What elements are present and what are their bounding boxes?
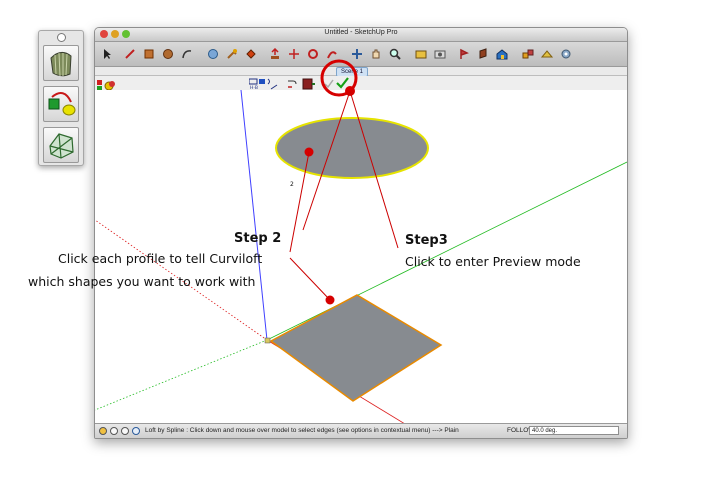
step2-leader-line-ellipse xyxy=(289,151,310,253)
annotation-overlay xyxy=(289,59,399,305)
step2-title: Step 2 xyxy=(234,231,282,246)
step3-line1: Click to enter Preview mode xyxy=(405,254,581,269)
step2-line1: Click each profile to tell Curviloft xyxy=(58,251,263,266)
step2-leader-line-square xyxy=(289,257,331,301)
step3-title: Step3 xyxy=(405,233,448,248)
step3-leader-line xyxy=(349,90,399,249)
step2-line2: which shapes you want to work with xyxy=(28,274,256,289)
step3-leader-line-2 xyxy=(302,90,351,231)
